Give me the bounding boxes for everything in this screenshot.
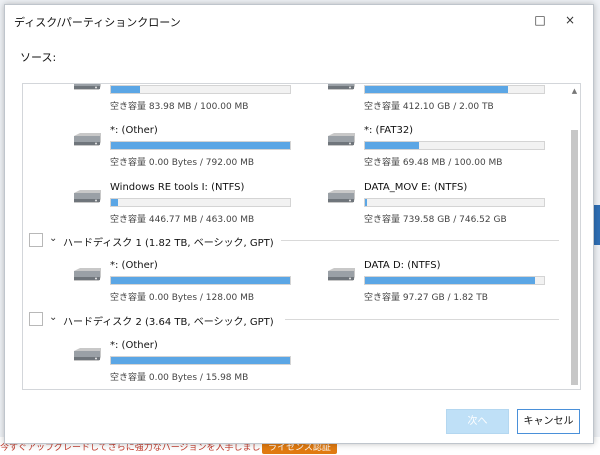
partition-capacity: 空き容量 0.00 Bytes / 15.98 MB: [110, 373, 249, 383]
partition-item[interactable]: 空き容量 412.10 GB / 2.00 TB: [328, 84, 564, 112]
title-bar: ディスク/パーティションクローン □ ×: [5, 5, 593, 35]
partition-item[interactable]: *: (Other) 空き容量 0.00 Bytes / 128.00 MB: [74, 260, 310, 303]
drive-icon: [326, 133, 356, 147]
partition-item[interactable]: *: (Other) 空き容量 0.00 Bytes / 15.98 MB: [74, 340, 310, 383]
usage-bar: [364, 141, 545, 150]
chevron-down-icon[interactable]: ⌄: [49, 312, 57, 323]
partition-capacity: 空き容量 739.58 GB / 746.52 GB: [364, 215, 507, 225]
drive-icon: [72, 268, 102, 282]
divider: [285, 319, 559, 320]
usage-bar-fill: [111, 277, 290, 284]
drive-icon: [326, 268, 356, 282]
disk-checkbox[interactable]: [29, 233, 43, 247]
partition-name: *: (Other): [110, 340, 158, 351]
scrollbar-thumb[interactable]: [571, 130, 578, 385]
partition-name: DATA_MOV E: (NTFS): [364, 182, 468, 193]
partition-name: DATA D: (NTFS): [364, 260, 441, 271]
disk-label: ハードディスク 2 (3.64 TB, ベーシック, GPT): [63, 317, 274, 328]
partition-capacity: 空き容量 83.98 MB / 100.00 MB: [110, 102, 249, 112]
disk-label: ハードディスク 1 (1.82 TB, ベーシック, GPT): [63, 238, 274, 249]
maximize-button[interactable]: □: [531, 11, 549, 29]
partition-item[interactable]: 空き容量 83.98 MB / 100.00 MB: [74, 84, 310, 112]
partition-list[interactable]: 空き容量 83.98 MB / 100.00 MB 空き容量 412.10 GB…: [22, 83, 581, 390]
drive-icon: [72, 348, 102, 362]
source-label: ソース:: [20, 51, 57, 64]
close-icon[interactable]: ×: [561, 11, 579, 29]
usage-bar: [110, 356, 291, 365]
divider: [281, 240, 559, 241]
partition-item[interactable]: *: (Other) 空き容量 0.00 Bytes / 792.00 MB: [74, 125, 310, 168]
partition-name: *: (FAT32): [364, 125, 414, 136]
drive-icon: [326, 84, 356, 91]
chevron-down-icon[interactable]: ⌄: [49, 233, 57, 244]
next-button[interactable]: 次へ: [446, 409, 509, 434]
usage-bar-fill: [365, 199, 367, 206]
partition-item[interactable]: DATA_MOV E: (NTFS) 空き容量 739.58 GB / 746.…: [328, 182, 564, 225]
drive-icon: [326, 190, 356, 204]
partition-name: Windows RE tools I: (NTFS): [110, 182, 245, 193]
partition-capacity: 空き容量 0.00 Bytes / 792.00 MB: [110, 158, 255, 168]
usage-bar: [364, 198, 545, 207]
usage-bar-fill: [111, 357, 290, 364]
partition-item[interactable]: *: (FAT32) 空き容量 69.48 MB / 100.00 MB: [328, 125, 564, 168]
cancel-button[interactable]: キャンセル: [517, 409, 580, 434]
drive-icon: [72, 190, 102, 204]
drive-icon: [72, 133, 102, 147]
usage-bar: [110, 141, 291, 150]
usage-bar: [110, 85, 291, 94]
partition-capacity: 空き容量 446.77 MB / 463.00 MB: [110, 215, 255, 225]
disk-checkbox[interactable]: [29, 312, 43, 326]
partition-item[interactable]: DATA D: (NTFS) 空き容量 97.27 GB / 1.82 TB: [328, 260, 564, 303]
partition-name: *: (Other): [110, 125, 158, 136]
clone-dialog: ディスク/パーティションクローン □ × ソース: 空き容量 83.98 MB …: [4, 4, 594, 444]
usage-bar-fill: [365, 277, 536, 284]
usage-bar-fill: [365, 86, 509, 93]
usage-bar-fill: [365, 142, 419, 149]
usage-bar-fill: [111, 86, 140, 93]
usage-bar: [364, 276, 545, 285]
usage-bar: [110, 198, 291, 207]
partition-capacity: 空き容量 97.27 GB / 1.82 TB: [364, 293, 488, 303]
partition-capacity: 空き容量 412.10 GB / 2.00 TB: [364, 102, 494, 112]
partition-item[interactable]: Windows RE tools I: (NTFS) 空き容量 446.77 M…: [74, 182, 310, 225]
dialog-title: ディスク/パーティションクローン: [14, 16, 181, 29]
usage-bar: [364, 85, 545, 94]
usage-bar: [110, 276, 291, 285]
partition-capacity: 空き容量 0.00 Bytes / 128.00 MB: [110, 293, 255, 303]
usage-bar-fill: [111, 142, 290, 149]
disk-header[interactable]: ⌄ ハードディスク 2 (3.64 TB, ベーシック, GPT): [23, 312, 563, 328]
usage-bar-fill: [111, 199, 119, 206]
partition-name: *: (Other): [110, 260, 158, 271]
partition-capacity: 空き容量 69.48 MB / 100.00 MB: [364, 158, 503, 168]
scroll-up-arrow[interactable]: ▲: [571, 86, 578, 96]
disk-header[interactable]: ⌄ ハードディスク 1 (1.82 TB, ベーシック, GPT): [23, 233, 563, 249]
vertical-scrollbar[interactable]: ▲: [571, 86, 578, 387]
drive-icon: [72, 84, 102, 91]
